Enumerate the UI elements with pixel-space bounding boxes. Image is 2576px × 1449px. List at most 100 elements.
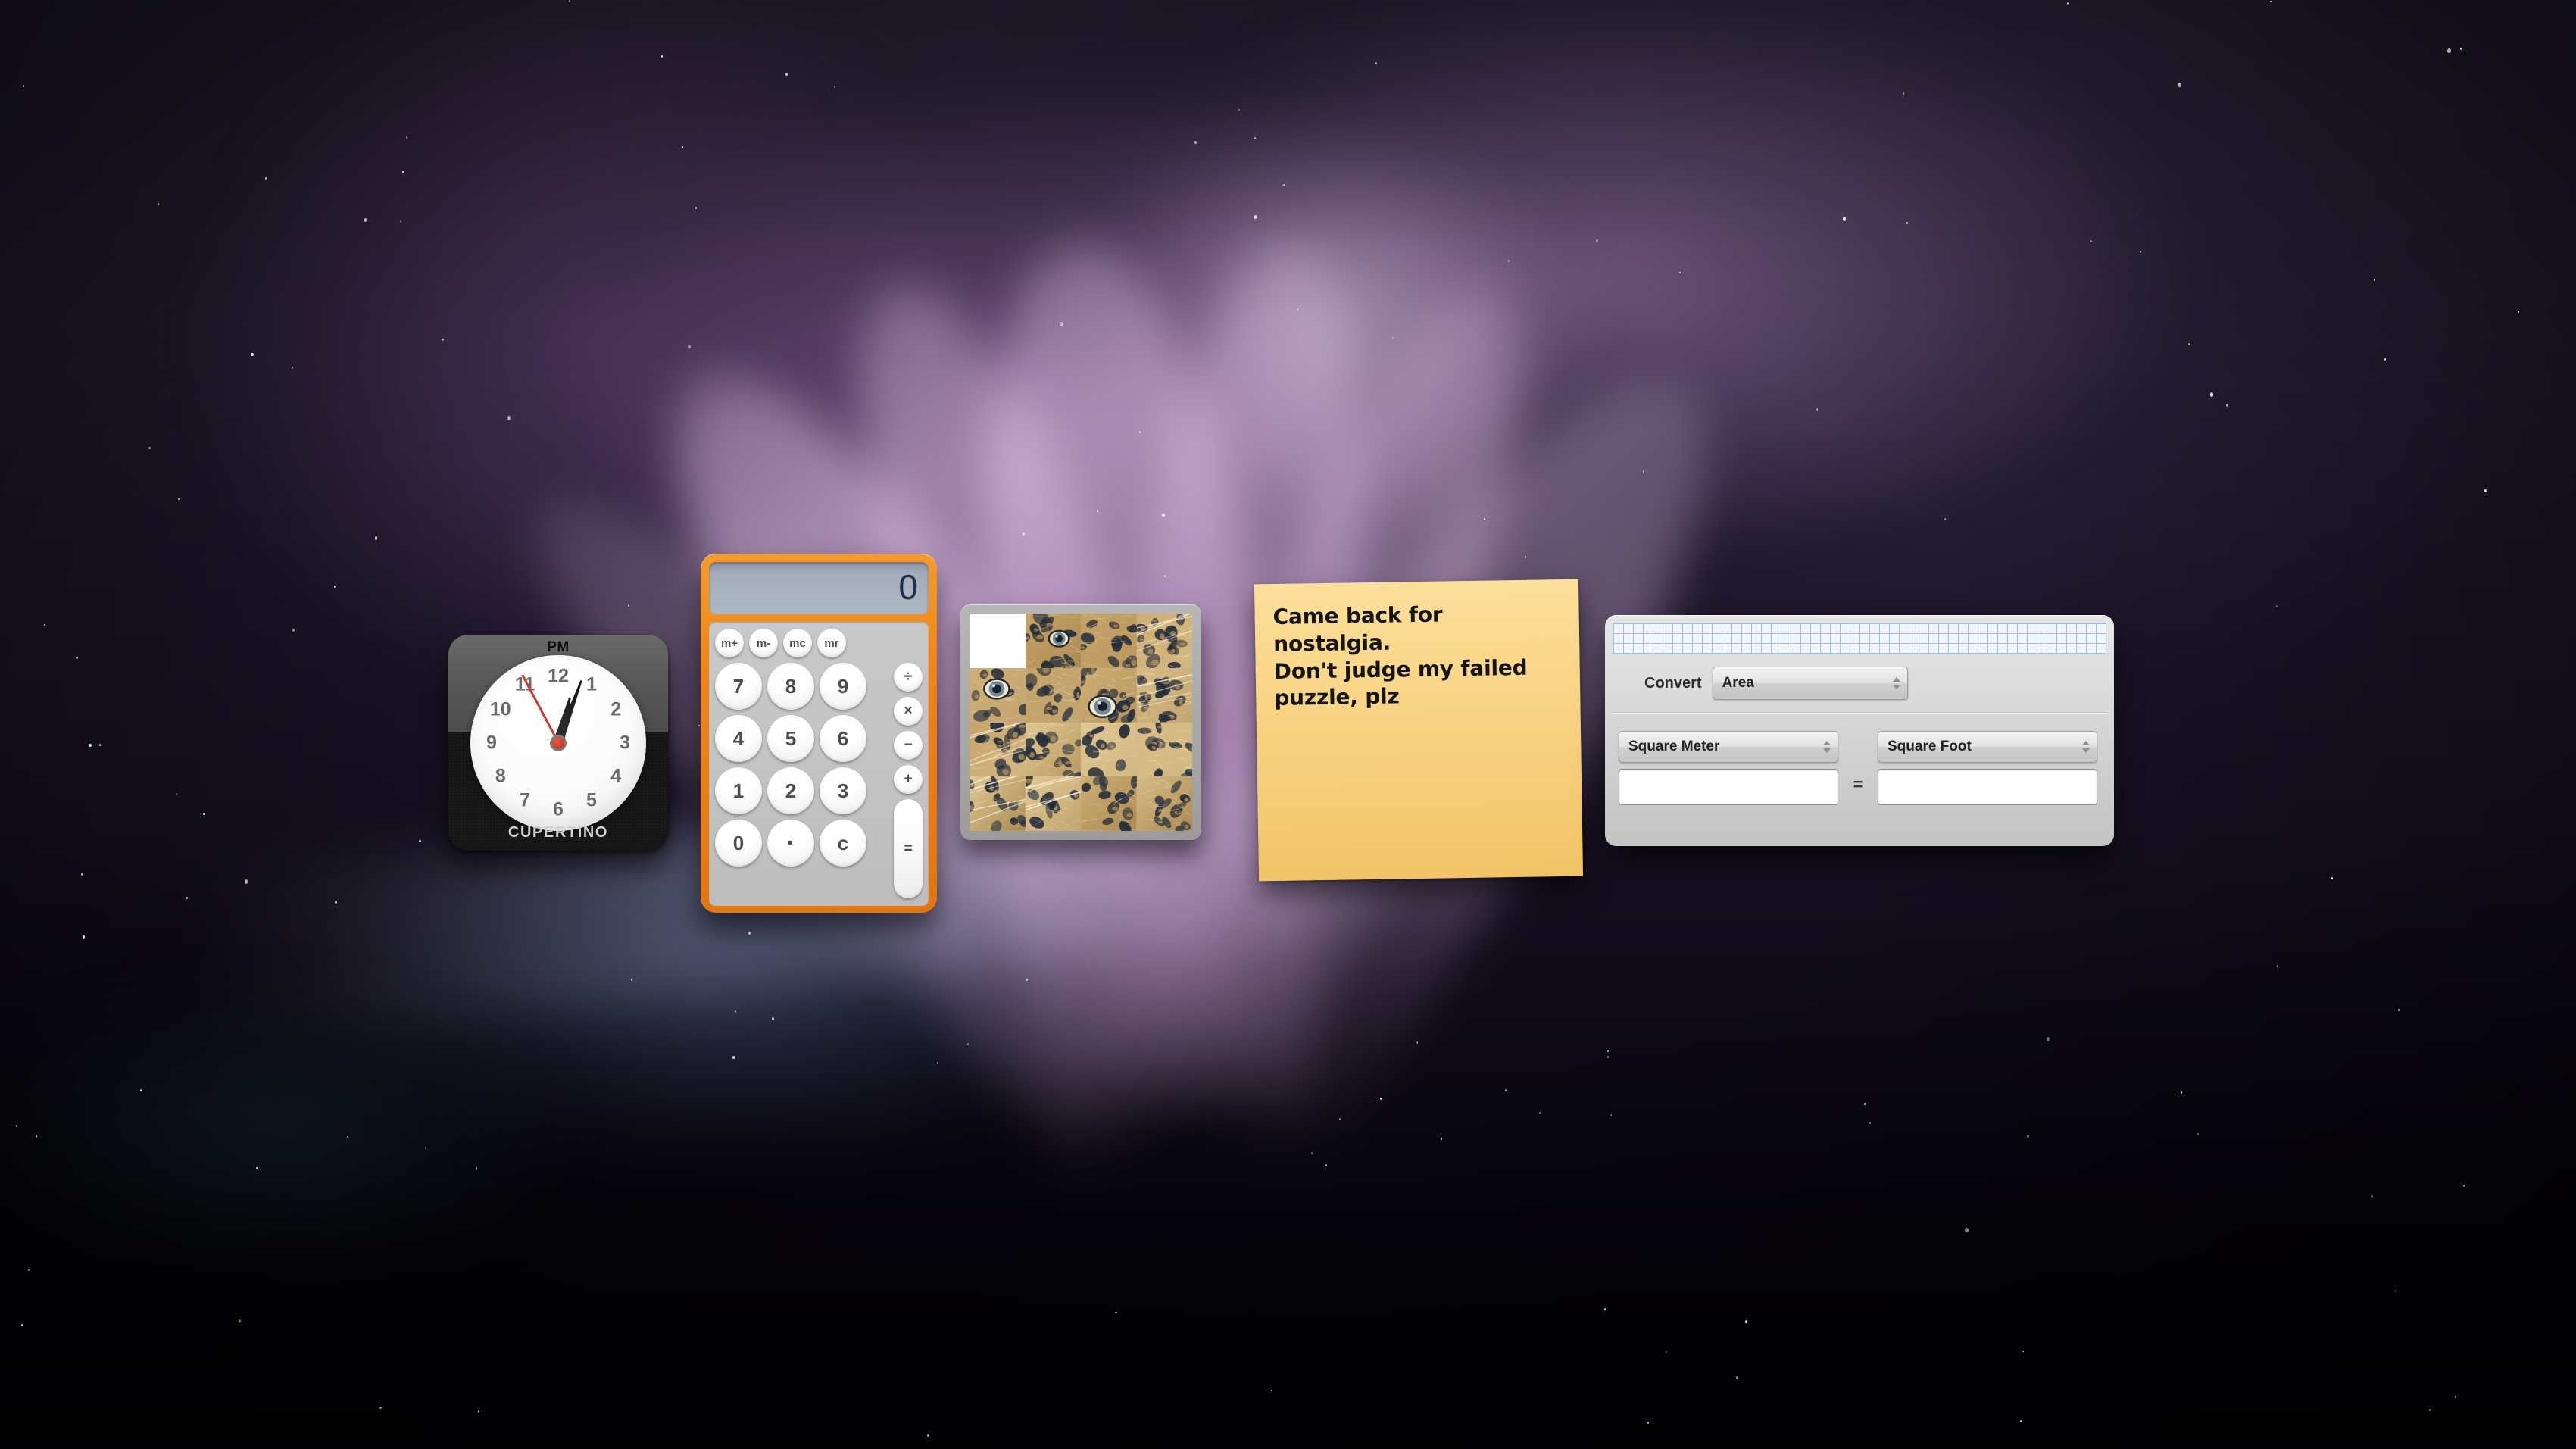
puzzle-tile[interactable] (970, 667, 1026, 723)
puzzle-tile[interactable] (1136, 722, 1192, 777)
star (2398, 1008, 2400, 1011)
calculator-key-3[interactable]: 3 (820, 767, 866, 814)
calculator-key-mc[interactable]: mc (783, 629, 812, 657)
calculator-key-mminus[interactable]: m- (749, 629, 778, 657)
star (2225, 403, 2228, 408)
calculator-key-minus[interactable]: − (894, 731, 923, 760)
star (400, 220, 402, 223)
star (35, 1135, 38, 1138)
puzzle-tile[interactable] (1025, 667, 1081, 723)
star (1060, 321, 1063, 326)
calculator-key-0[interactable]: 0 (715, 820, 762, 867)
star (1504, 1089, 1507, 1092)
puzzle-tile[interactable] (1136, 667, 1192, 723)
star (698, 724, 701, 727)
star (2447, 48, 2451, 53)
calculator-key-2[interactable]: 2 (767, 767, 814, 814)
puzzle-tile-image (1081, 776, 1137, 831)
star (256, 1166, 258, 1170)
converter-category-value: Area (1722, 675, 1754, 691)
converter-to-unit-dropdown[interactable]: Square Foot (1878, 731, 2097, 763)
tile-puzzle-widget[interactable] (960, 604, 1201, 840)
star (2178, 82, 2181, 87)
calculator-key-mplus[interactable]: m+ (715, 629, 744, 657)
star (1338, 1117, 1341, 1120)
clock-face: 12 1 2 3 4 5 6 7 8 9 10 11 (470, 654, 646, 831)
star (627, 604, 629, 607)
converter-from-input[interactable] (1619, 769, 1838, 805)
calculator-key-divide[interactable]: ÷ (894, 663, 923, 692)
star (89, 744, 92, 748)
star (771, 1017, 775, 1021)
star (926, 1433, 930, 1438)
calculator-key-decimal[interactable]: · (767, 820, 814, 867)
star (28, 1269, 30, 1272)
star (239, 1319, 242, 1323)
star (1607, 1055, 1610, 1058)
converter-graph-paper-header (1613, 623, 2106, 654)
star (735, 1010, 737, 1013)
star (1375, 62, 1378, 64)
puzzle-tile[interactable] (1081, 722, 1137, 777)
aurora-teal-glow (0, 927, 679, 1352)
converter-from-unit-value: Square Meter (1628, 739, 1720, 754)
puzzle-tile[interactable] (1081, 667, 1137, 723)
converter-to-input[interactable] (1878, 769, 2097, 805)
puzzle-tile-image (1136, 776, 1192, 831)
calculator-key-clear[interactable]: c (820, 820, 866, 867)
calculator-key-5[interactable]: 5 (767, 715, 814, 762)
calculator-key-1[interactable]: 1 (715, 767, 762, 814)
star (374, 536, 377, 540)
star (937, 1061, 939, 1064)
puzzle-tile[interactable] (1025, 722, 1081, 777)
star (748, 932, 751, 935)
star (2276, 965, 2278, 968)
star (2019, 1420, 2022, 1423)
star (1096, 510, 1098, 513)
star (507, 416, 511, 421)
star (2022, 1350, 2025, 1353)
calculator-key-mr[interactable]: mr (817, 629, 846, 657)
star (364, 218, 367, 222)
unit-converter-widget[interactable]: Convert Area Square Meter = Square Foot (1605, 615, 2114, 846)
calculator-widget[interactable]: 0 m+ m-mc mr 7 8 9 4 5 6 1 2 3 0 · c ÷ × − + = (701, 554, 937, 913)
puzzle-tile-empty[interactable] (970, 614, 1026, 668)
calculator-key-7[interactable]: 7 (715, 663, 762, 710)
clock-city-label: CUPERTINO (507, 824, 609, 841)
converter-from-unit-dropdown[interactable]: Square Meter (1619, 731, 1838, 763)
calculator-key-8[interactable]: 8 (767, 663, 814, 710)
calculator-key-multiply[interactable]: × (894, 697, 923, 726)
calculator-key-plus[interactable]: + (894, 765, 923, 794)
clock-widget[interactable]: PM 12 1 2 3 4 5 6 7 8 9 10 11 CUPERTINO (448, 635, 668, 851)
puzzle-tile[interactable] (1081, 614, 1137, 668)
sticky-note-widget[interactable]: Came back for nostalgia. Don't judge my … (1254, 579, 1584, 882)
calculator-key-9[interactable]: 9 (820, 663, 866, 710)
star (1944, 518, 1946, 521)
puzzle-tile[interactable] (970, 776, 1026, 831)
star (346, 1135, 348, 1138)
star (1297, 308, 1299, 311)
star (2331, 877, 2333, 879)
star (1595, 239, 1598, 242)
sticky-note-text[interactable]: Came back for nostalgia. Don't judge my … (1272, 599, 1562, 712)
star (292, 628, 295, 632)
star (1539, 1112, 1541, 1114)
calculator-key-6[interactable]: 6 (820, 715, 866, 762)
puzzle-tile[interactable] (1025, 614, 1081, 668)
calculator-key-equals[interactable]: = (894, 799, 923, 898)
chevron-updown-icon (1823, 741, 1831, 753)
puzzle-tile[interactable] (1025, 776, 1081, 831)
puzzle-tile[interactable] (1136, 614, 1192, 668)
converter-category-dropdown[interactable]: Area (1712, 667, 1908, 700)
puzzle-tile[interactable] (970, 722, 1026, 777)
calculator-display: 0 (709, 562, 929, 614)
star (2209, 392, 2214, 398)
converter-to-column: Square Foot (1878, 731, 2097, 805)
calculator-key-4[interactable]: 4 (715, 715, 762, 762)
puzzle-tile[interactable] (1136, 776, 1192, 831)
converter-from-column: Square Meter (1619, 731, 1838, 805)
puzzle-tile-image (970, 776, 1026, 831)
star (1965, 1227, 1969, 1232)
puzzle-tile-image (1081, 722, 1137, 777)
puzzle-tile[interactable] (1081, 776, 1137, 831)
